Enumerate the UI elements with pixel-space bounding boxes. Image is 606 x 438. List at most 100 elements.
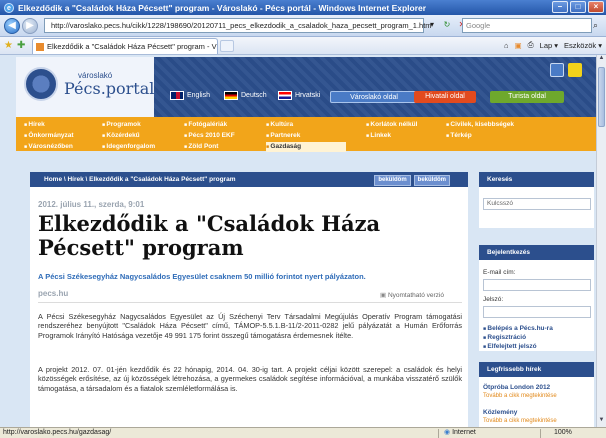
nav-column-2: Programok Közérdekű Idegenforgalom	[102, 120, 155, 152]
maximize-button[interactable]: □	[570, 1, 586, 13]
forgot-password-link[interactable]: Elfelejtett jelszó	[483, 343, 536, 350]
password-label: Jelszó:	[483, 296, 504, 303]
nav-column-4: Kultúra Partnerek Gazdaság	[266, 120, 346, 152]
dropdown-arrow-icon[interactable]: ▾	[426, 19, 438, 31]
news-item-more[interactable]: Tovább a cikk megtekintése	[483, 393, 557, 399]
site-logo[interactable]: városlakó Pécs.portal	[16, 57, 154, 117]
nav-item-tourism[interactable]: Idegenforgalom	[102, 142, 155, 152]
nav-column-3: Fotógalériák Pécs 2010 EKF Zöld Pont	[184, 120, 235, 152]
share-buttons: beküldöm beküldöm	[374, 175, 450, 186]
search-placeholder: Google	[466, 21, 491, 30]
add-favorite-icon[interactable]: ✚	[17, 40, 25, 51]
tab-title: Elkezdődik a "Családok Háza Pécsett" pro…	[47, 42, 218, 51]
share-button-1[interactable]: beküldöm	[374, 175, 411, 186]
nav-column-1: Hírek Önkormányzat Városnézőben	[24, 120, 74, 152]
address-input[interactable]: http://varoslako.pecs.hu/cikk/1228/19869…	[44, 18, 432, 33]
scrollbar-thumb[interactable]	[598, 67, 605, 127]
email-field[interactable]	[483, 279, 591, 291]
close-window-button[interactable]: ×	[588, 1, 604, 13]
search-input[interactable]: Google ⌕	[462, 18, 598, 33]
nav-item-accessibility[interactable]: Korlátok nélkül	[366, 120, 417, 130]
breadcrumb-text[interactable]: Home \ Hírek \ Elkezdődik a "Családok Há…	[44, 176, 235, 183]
email-label: E-mail cím:	[483, 269, 516, 276]
keyword-input[interactable]: Kulcsszó	[483, 198, 591, 210]
tourist-page-button[interactable]: Turista oldal	[490, 91, 564, 103]
tools-menu-label: Eszközök	[564, 40, 597, 50]
print-icon[interactable]: ⎙	[528, 40, 534, 50]
window-title: Elkezdődik a "Családok Háza Pécsett" pro…	[18, 2, 427, 13]
home-icon[interactable]: ⌂	[504, 41, 509, 50]
nav-item-green-point[interactable]: Zöld Pont	[184, 142, 235, 152]
nav-item-culture[interactable]: Kultúra	[266, 120, 346, 130]
article-paragraph-2: A projekt 2012. 07. 01-jén kezdődik és 2…	[38, 365, 462, 393]
scroll-down-icon[interactable]: ▼	[597, 417, 606, 427]
lang-german[interactable]: Deutsch	[224, 91, 267, 100]
article-paragraph-1: A Pécsi Székesegyház Nagycsaládos Egyesü…	[38, 312, 462, 340]
refresh-icon[interactable]: ↻	[441, 19, 453, 31]
favorites-star-icon[interactable]: ★	[4, 40, 13, 51]
zoom-level[interactable]: 100%	[554, 428, 572, 438]
address-toolbar: ◀ ▶ http://varoslako.pecs.hu/cikk/1228/1…	[0, 15, 606, 37]
search-heading: Keresés	[479, 172, 594, 187]
article-panel: Home \ Hírek \ Elkezdődik a "Családok Há…	[30, 172, 468, 427]
register-link[interactable]: Regisztráció	[483, 334, 526, 341]
tab-favicon-icon	[36, 43, 44, 51]
news-item-title[interactable]: Közlemény	[483, 409, 517, 416]
vertical-scrollbar[interactable]: ▲ ▼	[596, 55, 606, 427]
security-zone: Internet	[444, 428, 476, 438]
lang-english-label: English	[187, 92, 210, 99]
password-field[interactable]	[483, 306, 591, 318]
article-source: pecs.hu	[38, 289, 69, 298]
ie-logo-icon: e	[4, 2, 14, 13]
logo-title: Pécs.portal	[64, 79, 155, 98]
nav-item-news[interactable]: Hírek	[24, 120, 74, 130]
nav-item-partners[interactable]: Partnerek	[266, 131, 346, 141]
breadcrumb: Home \ Hírek \ Elkezdődik a "Családok Há…	[30, 172, 468, 187]
new-tab-button[interactable]	[220, 40, 234, 52]
city-emblem-icon	[24, 67, 58, 101]
nav-item-galleries[interactable]: Fotógalériák	[184, 120, 235, 130]
nav-item-programs[interactable]: Programok	[102, 120, 155, 130]
share-button-2[interactable]: beküldöm	[413, 175, 450, 186]
latest-news-heading: Legfrissebb hírek	[479, 362, 594, 377]
news-item-title[interactable]: Ötpróba London 2012	[483, 384, 550, 391]
lang-croatian[interactable]: Hrvatski	[278, 91, 320, 100]
nav-item-government[interactable]: Önkormányzat	[24, 131, 73, 141]
nav-item-map[interactable]: Térkép	[446, 131, 514, 141]
tools-menu[interactable]: Eszközök ▾	[564, 41, 602, 50]
forward-button[interactable]: ▶	[22, 18, 38, 34]
status-url: http://varoslako.pecs.hu/gazdasag/	[3, 429, 112, 436]
nav-item-economy[interactable]: Gazdaság	[266, 142, 346, 152]
status-separator	[438, 429, 439, 438]
nav-item-civil[interactable]: Civilek, kisebbségek	[446, 120, 514, 130]
uk-flag-icon	[170, 91, 184, 100]
article-lead: A Pécsi Székesegyház Nagycsaládos Egyesü…	[38, 272, 366, 281]
status-bar: http://varoslako.pecs.hu/gazdasag/ Inter…	[0, 427, 606, 438]
search-icon[interactable]: ⌕	[593, 19, 605, 32]
page-viewport: városlakó Pécs.portal English Deutsch Hr…	[0, 55, 596, 427]
address-url: http://varoslako.pecs.hu/cikk/1228/19869…	[51, 21, 432, 30]
login-heading: Bejelentkezés	[479, 245, 594, 260]
page-menu-label: Lap	[539, 40, 553, 50]
page-menu[interactable]: Lap ▾	[540, 41, 558, 50]
browser-tab[interactable]: Elkezdődik a "Családok Háza Pécsett" pro…	[32, 38, 218, 54]
high-contrast-icon[interactable]	[568, 63, 582, 77]
back-button[interactable]: ◀	[4, 18, 20, 34]
nav-item-sightseeing[interactable]: Városnézőben	[24, 142, 74, 152]
citizen-page-button[interactable]: Városlakó oldal	[330, 91, 418, 103]
de-flag-icon	[224, 91, 238, 100]
nav-item-links[interactable]: Linkek	[366, 131, 417, 141]
lang-english[interactable]: English	[170, 91, 210, 100]
scroll-up-icon[interactable]: ▲	[597, 55, 606, 65]
nav-item-pecs2010[interactable]: Pécs 2010 EKF	[184, 131, 234, 141]
official-page-button[interactable]: Hivatali oldal	[414, 91, 476, 103]
nav-item-public-interest[interactable]: Közérdekű	[102, 131, 155, 141]
minimize-button[interactable]: –	[552, 1, 568, 13]
accessibility-eye-icon[interactable]	[550, 63, 564, 77]
print-version-link[interactable]: Nyomtatható verzió	[380, 291, 444, 299]
news-item-more[interactable]: Tovább a cikk megtekintése	[483, 418, 557, 424]
feeds-icon[interactable]: ▣	[515, 41, 522, 50]
article-title: Elkezdődik a "Családok Háza Pécsett" pro…	[38, 211, 381, 260]
login-link[interactable]: Belépés a Pécs.hu-ra	[483, 325, 552, 332]
nav-column-6: Civilek, kisebbségek Térkép	[446, 120, 514, 141]
